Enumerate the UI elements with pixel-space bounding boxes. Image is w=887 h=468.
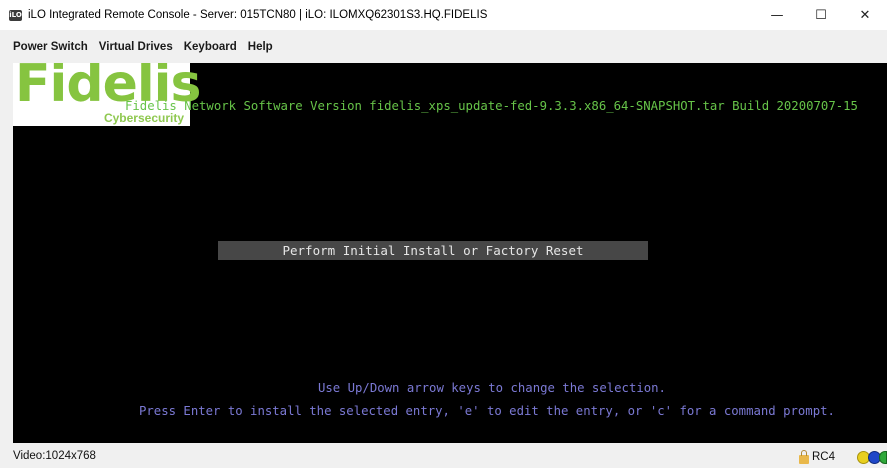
boot-menu-entry-selected[interactable]: Perform Initial Install or Factory Reset bbox=[218, 241, 648, 260]
menu-help[interactable]: Help bbox=[248, 41, 273, 53]
ilo-app-icon: iLO bbox=[9, 9, 22, 21]
video-resolution: Video:1024x768 bbox=[13, 450, 96, 462]
status-bar: Video:1024x768 RC4 bbox=[0, 446, 887, 468]
window-controls: — ☐ ✕ bbox=[755, 0, 887, 30]
green-status-icon bbox=[879, 450, 887, 464]
close-button[interactable]: ✕ bbox=[843, 0, 887, 30]
menu-virtual-drives[interactable]: Virtual Drives bbox=[99, 41, 173, 53]
remote-console-screen[interactable]: Fidelis Cybersecurity Fidelis Network So… bbox=[13, 63, 887, 443]
minimize-button[interactable]: — bbox=[755, 0, 799, 30]
title-bar[interactable]: iLO iLO Integrated Remote Console - Serv… bbox=[0, 0, 887, 30]
navigation-hint: Use Up/Down arrow keys to change the sel… bbox=[318, 381, 666, 395]
window-title: iLO Integrated Remote Console - Server: … bbox=[28, 9, 488, 21]
fidelis-logo: Fidelis Cybersecurity bbox=[13, 63, 201, 126]
status-indicators: RC4 bbox=[798, 449, 887, 465]
maximize-button[interactable]: ☐ bbox=[799, 0, 843, 30]
encryption-label: RC4 bbox=[811, 451, 835, 463]
logo-subtitle: Cybersecurity bbox=[103, 111, 184, 125]
ilo-remote-console-window: iLO iLO Integrated Remote Console - Serv… bbox=[0, 0, 887, 468]
menu-keyboard[interactable]: Keyboard bbox=[184, 41, 237, 53]
menu-bar: Power Switch Virtual Drives Keyboard Hel… bbox=[0, 36, 887, 58]
lock-icon bbox=[798, 449, 809, 464]
enter-hint: Press Enter to install the selected entr… bbox=[139, 404, 835, 418]
software-version-line: Fidelis Network Software Version fidelis… bbox=[125, 99, 858, 113]
menu-power-switch[interactable]: Power Switch bbox=[13, 41, 88, 53]
